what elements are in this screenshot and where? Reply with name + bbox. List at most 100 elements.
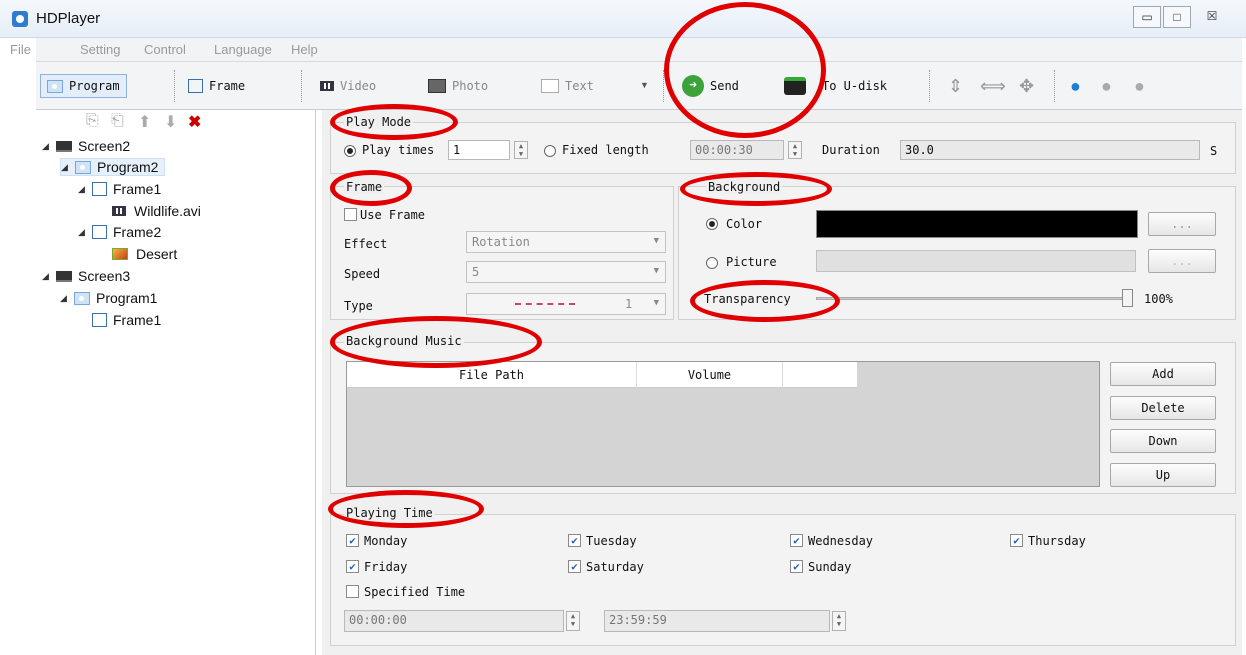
thursday-label: Thursday <box>1028 534 1086 548</box>
tree-label: Program1 <box>96 290 158 306</box>
frame-icon <box>92 225 107 239</box>
menu-setting[interactable]: Setting <box>80 42 120 57</box>
play-times-input[interactable]: 1 <box>448 140 510 160</box>
photo-button[interactable]: Photo <box>428 74 488 98</box>
frame-button[interactable]: Frame <box>188 74 245 98</box>
monday-checkbox[interactable]: ✔ <box>346 534 359 547</box>
tree-node-program2[interactable]: ◢ Program2 <box>60 158 166 176</box>
program-button[interactable]: Program <box>40 74 127 98</box>
type-value: 1 <box>625 297 633 311</box>
screen-icon <box>56 270 72 282</box>
menu-control[interactable]: Control <box>144 42 186 57</box>
menu-file[interactable]: File <box>10 42 31 57</box>
copy-icon[interactable]: ⎘ <box>86 112 99 130</box>
stop-icon[interactable]: ● <box>1134 74 1145 98</box>
type-label: Type <box>344 299 373 313</box>
saturday-checkbox[interactable]: ✔ <box>568 560 581 573</box>
start-time-spinner[interactable]: ▲ ▼ <box>566 611 580 631</box>
fixed-length-input[interactable]: 00:00:30 <box>690 140 784 160</box>
end-time-input[interactable]: 23:59:59 <box>604 610 830 632</box>
annotation-circle-frame <box>330 170 412 206</box>
color-browse-button[interactable]: ... <box>1148 212 1216 236</box>
move-icon[interactable]: ✥ <box>1019 74 1034 98</box>
background-color-swatch[interactable] <box>816 210 1138 238</box>
music-up-button[interactable]: Up <box>1110 463 1216 487</box>
wednesday-checkbox[interactable]: ✔ <box>790 534 803 547</box>
chevron-down-icon: ▼ <box>653 236 659 246</box>
effect-select[interactable]: Rotation ▼ <box>466 231 666 253</box>
friday-label: Friday <box>364 560 408 574</box>
play-icon[interactable]: ● <box>1070 74 1081 98</box>
paste-icon[interactable]: ⎗ <box>111 112 124 130</box>
color-radio[interactable] <box>706 218 718 230</box>
tree-node-frame2[interactable]: ◢ Frame2 <box>78 224 161 240</box>
program-icon <box>47 79 63 93</box>
speed-select[interactable]: 5 ▼ <box>466 261 666 283</box>
use-frame-checkbox[interactable] <box>344 208 357 221</box>
sunday-label: Sunday <box>808 560 852 574</box>
music-down-button[interactable]: Down <box>1110 429 1216 453</box>
wednesday-label: Wednesday <box>808 534 874 548</box>
tree-node-frame1-b[interactable]: Frame1 <box>92 312 161 328</box>
horizontal-stretch-icon[interactable]: ⟺ <box>980 74 1006 98</box>
photo-icon <box>112 248 128 260</box>
maximize-button[interactable]: □ <box>1163 6 1191 28</box>
friday-checkbox[interactable]: ✔ <box>346 560 359 573</box>
pause-icon[interactable]: ● <box>1101 74 1112 98</box>
text-label: Text <box>565 79 594 93</box>
tree-node-frame1[interactable]: ◢ Frame1 <box>78 181 161 197</box>
sunday-checkbox[interactable]: ✔ <box>790 560 803 573</box>
text-icon <box>541 79 559 93</box>
start-time-input[interactable]: 00:00:00 <box>344 610 564 632</box>
video-icon <box>320 81 334 91</box>
menu-language[interactable]: Language <box>214 42 272 57</box>
text-button[interactable]: Text <box>541 74 594 98</box>
picture-browse-button[interactable]: ... <box>1148 249 1216 273</box>
minimize-button[interactable]: ▭ <box>1133 6 1161 28</box>
tuesday-checkbox[interactable]: ✔ <box>568 534 581 547</box>
end-time-spinner[interactable]: ▲ ▼ <box>832 611 846 631</box>
type-select[interactable]: 1 ▼ <box>466 293 666 315</box>
transparency-slider-track[interactable] <box>816 297 1126 300</box>
expand-arrow-icon[interactable]: ◢ <box>42 271 56 282</box>
music-delete-button[interactable]: Delete <box>1110 396 1216 420</box>
fixed-length-radio[interactable] <box>544 145 556 157</box>
tree-node-wildlife[interactable]: Wildlife.avi <box>112 203 201 219</box>
delete-icon[interactable]: ✖ <box>188 112 201 132</box>
app-title: HDPlayer <box>36 10 101 27</box>
expand-arrow-icon[interactable]: ◢ <box>60 293 74 304</box>
music-add-button[interactable]: Add <box>1110 362 1216 386</box>
transparency-value: 100% <box>1144 292 1173 306</box>
tree-node-desert[interactable]: Desert <box>112 246 177 262</box>
fixed-length-spinner[interactable]: ▲ ▼ <box>788 141 802 159</box>
expand-arrow-icon[interactable]: ◢ <box>42 141 56 152</box>
menu-help[interactable]: Help <box>291 42 318 57</box>
video-button[interactable]: Video <box>320 74 376 98</box>
specified-time-checkbox[interactable] <box>346 585 359 598</box>
move-up-icon[interactable]: ⬆ <box>138 112 151 132</box>
play-times-radio[interactable] <box>344 145 356 157</box>
music-file-table[interactable]: File Path Volume <box>346 361 1100 487</box>
transparency-slider-handle[interactable] <box>1122 289 1133 307</box>
expand-arrow-icon[interactable]: ◢ <box>78 184 92 195</box>
toolbar-separator <box>1054 70 1055 102</box>
specified-time-label: Specified Time <box>364 585 466 599</box>
play-times-spinner[interactable]: ▲ ▼ <box>514 141 528 159</box>
tree-node-program1[interactable]: ◢ Program1 <box>60 290 157 306</box>
move-down-icon[interactable]: ⬇ <box>164 112 177 132</box>
tree-node-screen3[interactable]: ◢ Screen3 <box>42 268 130 284</box>
picture-radio[interactable] <box>706 257 718 269</box>
close-button[interactable]: ☒ <box>1198 6 1226 28</box>
expand-arrow-icon[interactable]: ◢ <box>61 162 75 173</box>
expand-arrow-icon[interactable]: ◢ <box>78 227 92 238</box>
text-dropdown-icon[interactable]: ▼ <box>640 80 649 90</box>
volume-column-header[interactable]: Volume <box>637 362 783 388</box>
tree-label: Frame1 <box>113 181 162 197</box>
duration-input[interactable]: 30.0 <box>900 140 1200 160</box>
tree-node-screen2[interactable]: ◢ Screen2 <box>42 138 130 154</box>
picture-path-field[interactable] <box>816 250 1136 272</box>
file-path-column-header[interactable]: File Path <box>347 362 637 388</box>
toolbar-separator <box>301 70 302 102</box>
thursday-checkbox[interactable]: ✔ <box>1010 534 1023 547</box>
vertical-stretch-icon[interactable]: ⇕ <box>948 74 963 98</box>
